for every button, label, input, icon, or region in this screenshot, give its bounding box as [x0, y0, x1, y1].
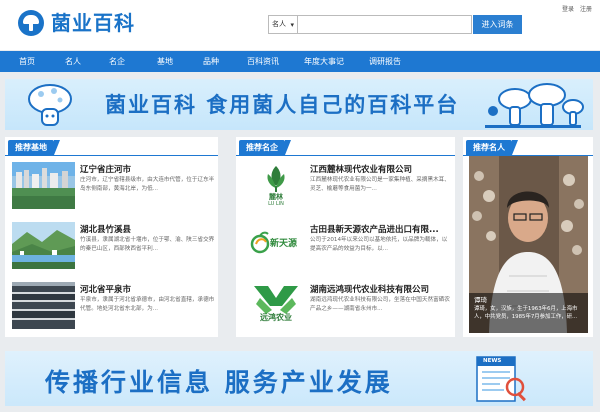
- company-logo-text: 远鸿农业: [260, 313, 292, 322]
- search-category-value: 名人: [272, 20, 286, 28]
- list-item[interactable]: 远鸿农业 湖南远鸿现代农业科技有限公司 湖南远鸿现代农业科技有限公司，坐落在中国…: [236, 282, 455, 337]
- base-desc: 竹溪县，隶属湖北省十堰市，位于鄂、渝、陕三省交界的秦巴山区，西部陕西省平利...: [80, 237, 215, 252]
- base-photo-pingquan[interactable]: [12, 282, 75, 329]
- search-button[interactable]: 进入词条: [473, 15, 522, 34]
- bases-header: 推荐基地: [5, 137, 218, 156]
- nav-item-people[interactable]: 名人: [54, 51, 92, 72]
- main-nav: 首页 名人 名企 基地 品种 百科资讯 年度大事记 调研报告: [0, 51, 600, 72]
- people-header: 推荐名人: [463, 137, 593, 156]
- header: 菌业百科 名人 ▾ 进入词条 登录 注册: [0, 0, 600, 50]
- chevron-down-icon: ▾: [290, 21, 294, 29]
- bottom-banner-slogan: 传播行业信息 服务产业发展: [45, 368, 393, 397]
- company-desc: 江西麓林现代农业有限公司是一家集种植、采摘黑木耳、灵芝、榆蘑等食用菌为一...: [310, 177, 450, 192]
- nav-item-research-reports[interactable]: 调研报告: [356, 51, 414, 72]
- companies-title: 推荐名企: [239, 140, 291, 155]
- base-photo-zhuxi[interactable]: [12, 222, 75, 269]
- login-link[interactable]: 登录: [562, 6, 574, 13]
- people-title: 推荐名人: [466, 140, 518, 155]
- bases-title: 推荐基地: [8, 140, 60, 155]
- company-desc: 公司于2014年以来公司以基地依托，以品牌为载体，以提高农产品的效益为目标，以.…: [310, 237, 448, 252]
- person-caption: 谭琦 谭琦，女，汉族，生于1963年6月，上海市人，中共党员，1985年7月参加…: [469, 293, 588, 333]
- page: 菌业百科 名人 ▾ 进入词条 登录 注册 首页 名人 名企 基地 品种 百科资讯…: [0, 0, 600, 412]
- bottom-banner[interactable]: 传播行业信息 服务产业发展 NEWS: [5, 351, 593, 406]
- nav-item-news[interactable]: 百科资讯: [234, 51, 292, 72]
- mushroom-mascot-icon: [28, 84, 72, 126]
- mushroom-cluster-icon: [485, 83, 584, 128]
- person-card[interactable]: 谭琦 谭琦，女，汉族，生于1963年6月，上海市人，中共党员，1985年7月参加…: [469, 156, 588, 333]
- companies-header: 推荐名企: [236, 137, 455, 156]
- nav-item-bases[interactable]: 基地: [142, 51, 188, 72]
- search-category-select[interactable]: 名人 ▾: [268, 15, 298, 34]
- site-logo[interactable]: 菌业百科: [18, 10, 135, 36]
- company-logo-yuanhong[interactable]: 远鸿农业: [246, 282, 306, 329]
- company-logo-subtext: LU LIN: [268, 201, 284, 207]
- recommended-bases-panel: 推荐基地 辽宁省庄河市 庄河市，辽宁省辖县级市，由大连市代管，位于辽东半岛东侧南…: [5, 137, 218, 337]
- search-input[interactable]: [298, 15, 472, 34]
- company-logo-lulin[interactable]: 麓林 LU LIN: [246, 162, 306, 209]
- list-item[interactable]: 新天源 古田县新天源农产品进出口有限... 公司于2014年以来公司以基地依托，…: [236, 222, 455, 277]
- nav-item-varieties[interactable]: 品种: [188, 51, 234, 72]
- logo-text: 菌业百科: [51, 11, 135, 35]
- person-bio: 谭琦，女，汉族，生于1963年6月，上海市人，中共党员，1985年7月参加工作，…: [474, 306, 578, 320]
- recommended-companies-panel: 推荐名企 麓林 LU LIN 江西麓林现代农业有限公司 江西麓林现代农业有限公司…: [236, 137, 455, 337]
- top-banner[interactable]: 菌业百科 食用菌人自己的百科平台: [5, 79, 593, 130]
- recommended-people-panel: 推荐名人 谭琦 谭琦，女，汉族，生于1963年6月，上海市人，中共党员，1985…: [463, 137, 593, 337]
- list-item[interactable]: 麓林 LU LIN 江西麓林现代农业有限公司 江西麓林现代农业有限公司是一家集种…: [236, 162, 455, 217]
- list-item[interactable]: 河北省平泉市 平泉市，隶属于河北省承德市，由河北省直辖，承德市代管。地处河北省东…: [5, 282, 218, 337]
- news-badge: NEWS: [483, 358, 502, 364]
- nav-item-home[interactable]: 首页: [0, 51, 54, 72]
- search-bar: 名人 ▾ 进入词条: [268, 15, 522, 34]
- list-item[interactable]: 湖北县竹溪县 竹溪县，隶属湖北省十堰市，位于鄂、渝、陕三省交界的秦巴山区，西部陕…: [5, 222, 218, 277]
- base-name[interactable]: 湖北县竹溪县: [80, 223, 131, 235]
- bases-divider: [5, 155, 218, 156]
- company-name[interactable]: 古田县新天源农产品进出口有限...: [310, 223, 439, 235]
- base-name[interactable]: 河北省平泉市: [80, 283, 131, 295]
- company-name[interactable]: 江西麓林现代农业有限公司: [310, 163, 412, 175]
- company-logo-xintianyuan[interactable]: 新天源: [246, 222, 306, 269]
- companies-divider: [236, 155, 455, 156]
- company-logo-text: 新天源: [270, 239, 298, 249]
- base-photo-zhuanghe[interactable]: [12, 162, 75, 209]
- company-logo-text: 麓林: [269, 193, 283, 201]
- base-name[interactable]: 辽宁省庄河市: [80, 163, 131, 175]
- base-desc: 平泉市，隶属于河北省承德市，由河北省直辖，承德市代管。地处河北省东北部，为...: [80, 297, 215, 312]
- register-link[interactable]: 注册: [580, 6, 592, 13]
- top-banner-slogan: 菌业百科 食用菌人自己的百科平台: [105, 93, 460, 117]
- nav-item-annual-events[interactable]: 年度大事记: [292, 51, 356, 72]
- news-document-icon: [476, 356, 526, 402]
- nav-item-companies[interactable]: 名企: [92, 51, 142, 72]
- list-item[interactable]: 辽宁省庄河市 庄河市，辽宁省辖县级市，由大连市代管，位于辽东半岛东侧南部，黄海北…: [5, 162, 218, 217]
- person-name: 谭琦: [474, 296, 487, 304]
- base-desc: 庄河市，辽宁省辖县级市，由大连市代管，位于辽东半岛东侧南部，黄海北岸，为低...: [80, 177, 215, 192]
- company-name[interactable]: 湖南远鸿现代农业科技有限公司: [310, 283, 429, 295]
- company-desc: 湖南远鸿现代农业科技有限公司，坐落在中国天然富硒农产品之乡——湖南省永州市...: [310, 297, 450, 312]
- mushroom-logo-icon: [18, 10, 44, 36]
- account-links: 登录 注册: [562, 4, 596, 13]
